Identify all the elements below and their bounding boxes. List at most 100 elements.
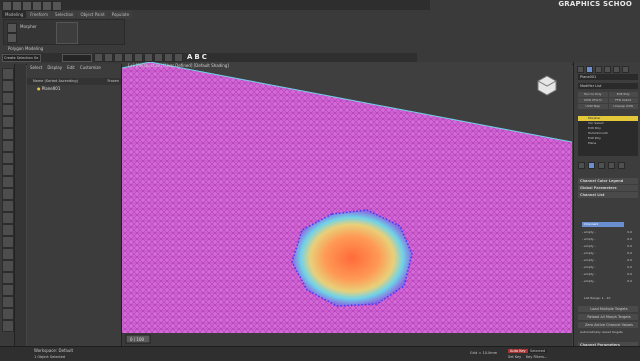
menu-select[interactable]: Select: [30, 65, 42, 70]
angle-snap-icon[interactable]: [104, 53, 113, 62]
tool-button[interactable]: [2, 248, 14, 260]
channel-value[interactable]: 0.0: [627, 278, 632, 285]
curve-editor-icon[interactable]: [154, 53, 163, 62]
text-b-button[interactable]: B: [194, 53, 199, 61]
channel-row[interactable]: - empty - 0.0: [582, 264, 632, 271]
tool-button[interactable]: [2, 284, 14, 296]
auto-key-button[interactable]: Auto Key: [508, 349, 528, 353]
channel-row[interactable]: - empty - 0.0: [582, 257, 632, 264]
configure-sets-icon[interactable]: [618, 162, 625, 169]
tab-freeform[interactable]: Freeform: [27, 11, 52, 18]
tab-selection[interactable]: Selection: [52, 11, 77, 18]
timeline[interactable]: [122, 333, 572, 346]
tab-modeling[interactable]: Modeling: [2, 11, 27, 18]
modifier-button[interactable]: UVW Map: [578, 104, 608, 109]
tab-object-paint[interactable]: Object Paint: [77, 11, 108, 18]
channel-value[interactable]: 0.0: [627, 229, 632, 236]
tool-button[interactable]: [2, 296, 14, 308]
schematic-icon[interactable]: [164, 53, 173, 62]
modifier-list-dropdown[interactable]: Modifier List: [578, 83, 638, 89]
morpher-icon[interactable]: [7, 23, 17, 33]
motion-tab-icon[interactable]: [604, 66, 611, 73]
modifier-button[interactable]: UVW XForm: [578, 98, 608, 103]
view-dropdown[interactable]: [62, 54, 92, 62]
channel-value[interactable]: 0.0: [627, 264, 632, 271]
toolbar-button[interactable]: [22, 1, 32, 11]
modify-tab-icon[interactable]: [586, 66, 593, 73]
rollout-color-legend[interactable]: Channel Color Legend: [578, 178, 638, 184]
toolbar-button[interactable]: [52, 1, 62, 11]
tool-button[interactable]: [2, 128, 14, 140]
tool-button[interactable]: [2, 260, 14, 272]
column-name[interactable]: Name (Sorted Ascending): [33, 79, 78, 83]
viewport[interactable]: [+] [Perspective] [User Defined] [Defaul…: [122, 62, 572, 346]
selection-set-dropdown[interactable]: Create Selection Se: [2, 54, 41, 62]
channel-row[interactable]: - empty - 0.0: [582, 236, 632, 243]
modifier-button[interactable]: Turn to Poly: [578, 92, 608, 97]
channel-value[interactable]: 0.0: [627, 250, 632, 257]
text-c-button[interactable]: C: [202, 53, 207, 61]
channel-row[interactable]: - empty - 0.0: [582, 250, 632, 257]
material-editor-icon[interactable]: [174, 53, 183, 62]
align-icon[interactable]: [134, 53, 143, 62]
modifier-button[interactable]: FFD 2x2x2: [608, 98, 638, 103]
tool-button[interactable]: [2, 164, 14, 176]
channel-value[interactable]: 0.0: [627, 271, 632, 278]
tool-button[interactable]: [2, 140, 14, 152]
edit-mode-panel[interactable]: [56, 22, 78, 44]
snap-icon[interactable]: [94, 53, 103, 62]
make-unique-icon[interactable]: [598, 162, 605, 169]
reload-targets-button[interactable]: Reload All Morph Targets: [578, 314, 638, 320]
tool-button[interactable]: [2, 116, 14, 128]
rollout-global-parameters[interactable]: Global Parameters: [578, 185, 638, 191]
tool-button[interactable]: [2, 224, 14, 236]
view-cube[interactable]: [537, 75, 557, 96]
rollout-channel-list[interactable]: Channel List: [578, 192, 638, 198]
create-tab-icon[interactable]: [577, 66, 584, 73]
channel-row[interactable]: - empty - 0.0: [582, 229, 632, 236]
set-key-button[interactable]: Set Key: [508, 355, 521, 359]
tool-button[interactable]: [2, 176, 14, 188]
channel-name-field[interactable]: Channel1: [582, 222, 624, 227]
explorer-item[interactable]: ● Plane001: [37, 86, 60, 91]
tool-button[interactable]: [2, 236, 14, 248]
channel-row[interactable]: - empty - 0.0: [582, 243, 632, 250]
object-name-field[interactable]: Plane001: [578, 74, 638, 80]
key-filters-button[interactable]: Key Filters...: [526, 355, 547, 359]
remove-modifier-icon[interactable]: [608, 162, 615, 169]
viewport-canvas[interactable]: [+] [Perspective] [User Defined] [Defaul…: [122, 62, 572, 346]
channel-value[interactable]: 0.0: [627, 243, 632, 250]
modifier-icon[interactable]: [7, 33, 17, 43]
column-frozen[interactable]: Frozen: [108, 78, 119, 85]
tool-button[interactable]: [2, 272, 14, 284]
show-end-result-icon[interactable]: [588, 162, 595, 169]
channel-row[interactable]: - empty - 0.0: [582, 278, 632, 285]
channel-value[interactable]: 0.0: [627, 257, 632, 264]
pin-stack-icon[interactable]: [578, 162, 585, 169]
menu-customize[interactable]: Customize: [80, 65, 101, 70]
channel-value[interactable]: 0.0: [627, 236, 632, 243]
percent-snap-icon[interactable]: [114, 53, 123, 62]
tool-button[interactable]: [2, 92, 14, 104]
tool-button[interactable]: [2, 200, 14, 212]
explorer-header[interactable]: Name (Sorted Ascending) Frozen: [27, 78, 121, 85]
toolbar-button[interactable]: [12, 1, 22, 11]
utilities-tab-icon[interactable]: [622, 66, 629, 73]
auto-reload-checkbox[interactable]: Automatically reload targets: [580, 330, 623, 334]
modifier-button[interactable]: Edit Poly: [608, 92, 638, 97]
polygon-modeling-label[interactable]: Polygon Modeling: [8, 46, 43, 51]
tool-button[interactable]: [2, 152, 14, 164]
tab-populate[interactable]: Populate: [108, 11, 133, 18]
tool-button[interactable]: [2, 308, 14, 320]
workspace-selector[interactable]: Workspace: Default: [34, 348, 73, 353]
tool-button[interactable]: [2, 104, 14, 116]
tool-button[interactable]: [2, 212, 14, 224]
viewport-label[interactable]: [+] [Perspective] [User Defined] [Defaul…: [128, 63, 229, 68]
menu-display[interactable]: Display: [47, 65, 62, 70]
tool-button[interactable]: [2, 68, 14, 80]
layer-icon[interactable]: [144, 53, 153, 62]
mirror-icon[interactable]: [124, 53, 133, 62]
stack-item[interactable]: Plane: [578, 141, 638, 146]
tool-button[interactable]: [2, 80, 14, 92]
text-a-button[interactable]: A: [187, 53, 192, 61]
